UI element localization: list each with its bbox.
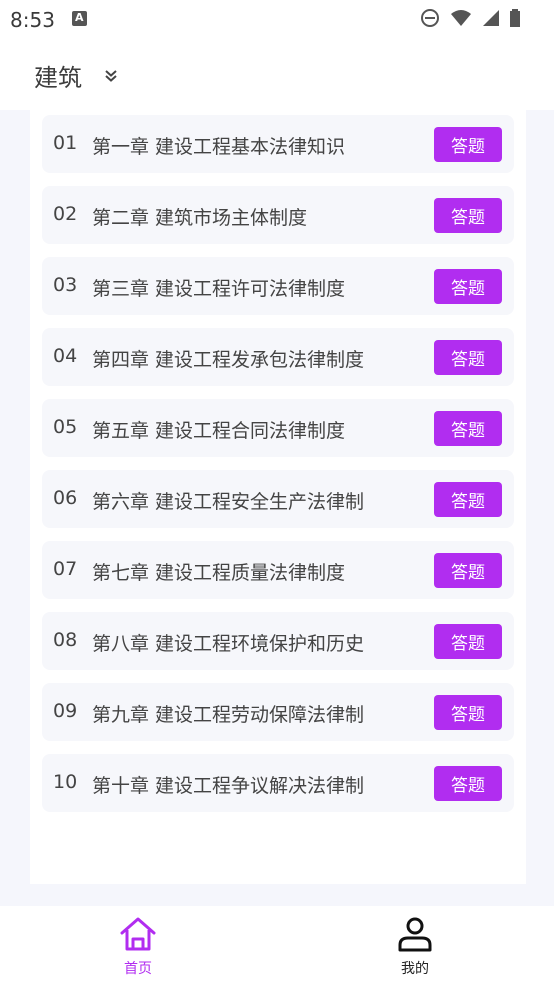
chapter-title: 第七章 建设工程质量法律制度 (92, 562, 346, 584)
chapter-number: 08 (53, 629, 78, 651)
chapter-panel: 01 第一章 建设工程基本法律知识 答题 02 第二章 建筑市场主体制度 答题 03 第三章 … (30, 110, 526, 884)
answer-button[interactable]: 答题 (434, 269, 502, 304)
answer-button[interactable]: 答题 (434, 127, 502, 162)
battery-icon (510, 9, 520, 27)
chapter-number: 04 (53, 345, 78, 367)
home-icon (120, 917, 156, 951)
chapter-title: 第九章 建设工程劳动保障法律制 (92, 704, 365, 726)
bottom-nav: 首页 我的 (0, 906, 554, 984)
chapter-number: 09 (53, 700, 78, 722)
chapter-number: 06 (53, 487, 78, 509)
answer-button[interactable]: 答题 (434, 695, 502, 730)
chapter-item[interactable]: 02 第二章 建筑市场主体制度 答题 (42, 186, 514, 244)
do-not-disturb-icon (421, 9, 439, 27)
status-time: 8:53 (10, 8, 55, 32)
answer-button[interactable]: 答题 (434, 553, 502, 588)
answer-button[interactable]: 答题 (434, 411, 502, 446)
chapter-title: 第一章 建设工程基本法律知识 (92, 136, 346, 158)
signal-icon (483, 10, 499, 26)
chapter-number: 01 (53, 132, 78, 154)
a-notification-icon (72, 11, 87, 26)
chapter-title: 第六章 建设工程安全生产法律制 (92, 491, 365, 513)
chapter-list: 01 第一章 建设工程基本法律知识 答题 02 第二章 建筑市场主体制度 答题 03 第三章 … (42, 115, 514, 825)
chapter-number: 03 (53, 274, 78, 296)
chapter-title: 第三章 建设工程许可法律制度 (92, 278, 346, 300)
chapter-item[interactable]: 09 第九章 建设工程劳动保障法律制 答题 (42, 683, 514, 741)
chapter-item[interactable]: 06 第六章 建设工程安全生产法律制 答题 (42, 470, 514, 528)
category-title[interactable]: 建筑 (34, 58, 82, 93)
chapter-number: 07 (53, 558, 78, 580)
wifi-icon (451, 10, 471, 26)
chapter-number: 02 (53, 203, 78, 225)
chapter-number: 05 (53, 416, 78, 438)
chapter-item[interactable]: 07 第七章 建设工程质量法律制度 答题 (42, 541, 514, 599)
chapter-title: 第五章 建设工程合同法律制度 (92, 420, 346, 442)
answer-button[interactable]: 答题 (434, 766, 502, 801)
chapter-title: 第四章 建设工程发承包法律制度 (92, 349, 365, 371)
answer-button[interactable]: 答题 (434, 482, 502, 517)
app-header: 建筑 (0, 38, 554, 110)
chapter-item[interactable]: 01 第一章 建设工程基本法律知识 答题 (42, 115, 514, 173)
chapter-item[interactable]: 05 第五章 建设工程合同法律制度 答题 (42, 399, 514, 457)
nav-mine-label: 我的 (401, 961, 429, 977)
chapter-number: 10 (53, 771, 78, 793)
chapter-title: 第八章 建设工程环境保护和历史 (92, 633, 365, 655)
chapter-item[interactable]: 08 第八章 建设工程环境保护和历史 答题 (42, 612, 514, 670)
nav-mine[interactable]: 我的 (375, 916, 455, 978)
answer-button[interactable]: 答题 (434, 340, 502, 375)
chapter-item[interactable]: 03 第三章 建设工程许可法律制度 答题 (42, 257, 514, 315)
status-bar: 8:53 (0, 0, 554, 38)
answer-button[interactable]: 答题 (434, 624, 502, 659)
double-chevron-down-icon[interactable] (103, 68, 119, 84)
chapter-title: 第二章 建筑市场主体制度 (92, 207, 308, 229)
chapter-item[interactable]: 10 第十章 建设工程争议解决法律制 答题 (42, 754, 514, 812)
nav-home[interactable]: 首页 (98, 916, 178, 978)
nav-home-label: 首页 (124, 961, 152, 977)
answer-button[interactable]: 答题 (434, 198, 502, 233)
chapter-title: 第十章 建设工程争议解决法律制 (92, 775, 365, 797)
chapter-item[interactable]: 04 第四章 建设工程发承包法律制度 答题 (42, 328, 514, 386)
person-icon (398, 917, 432, 952)
system-icons (420, 8, 520, 28)
